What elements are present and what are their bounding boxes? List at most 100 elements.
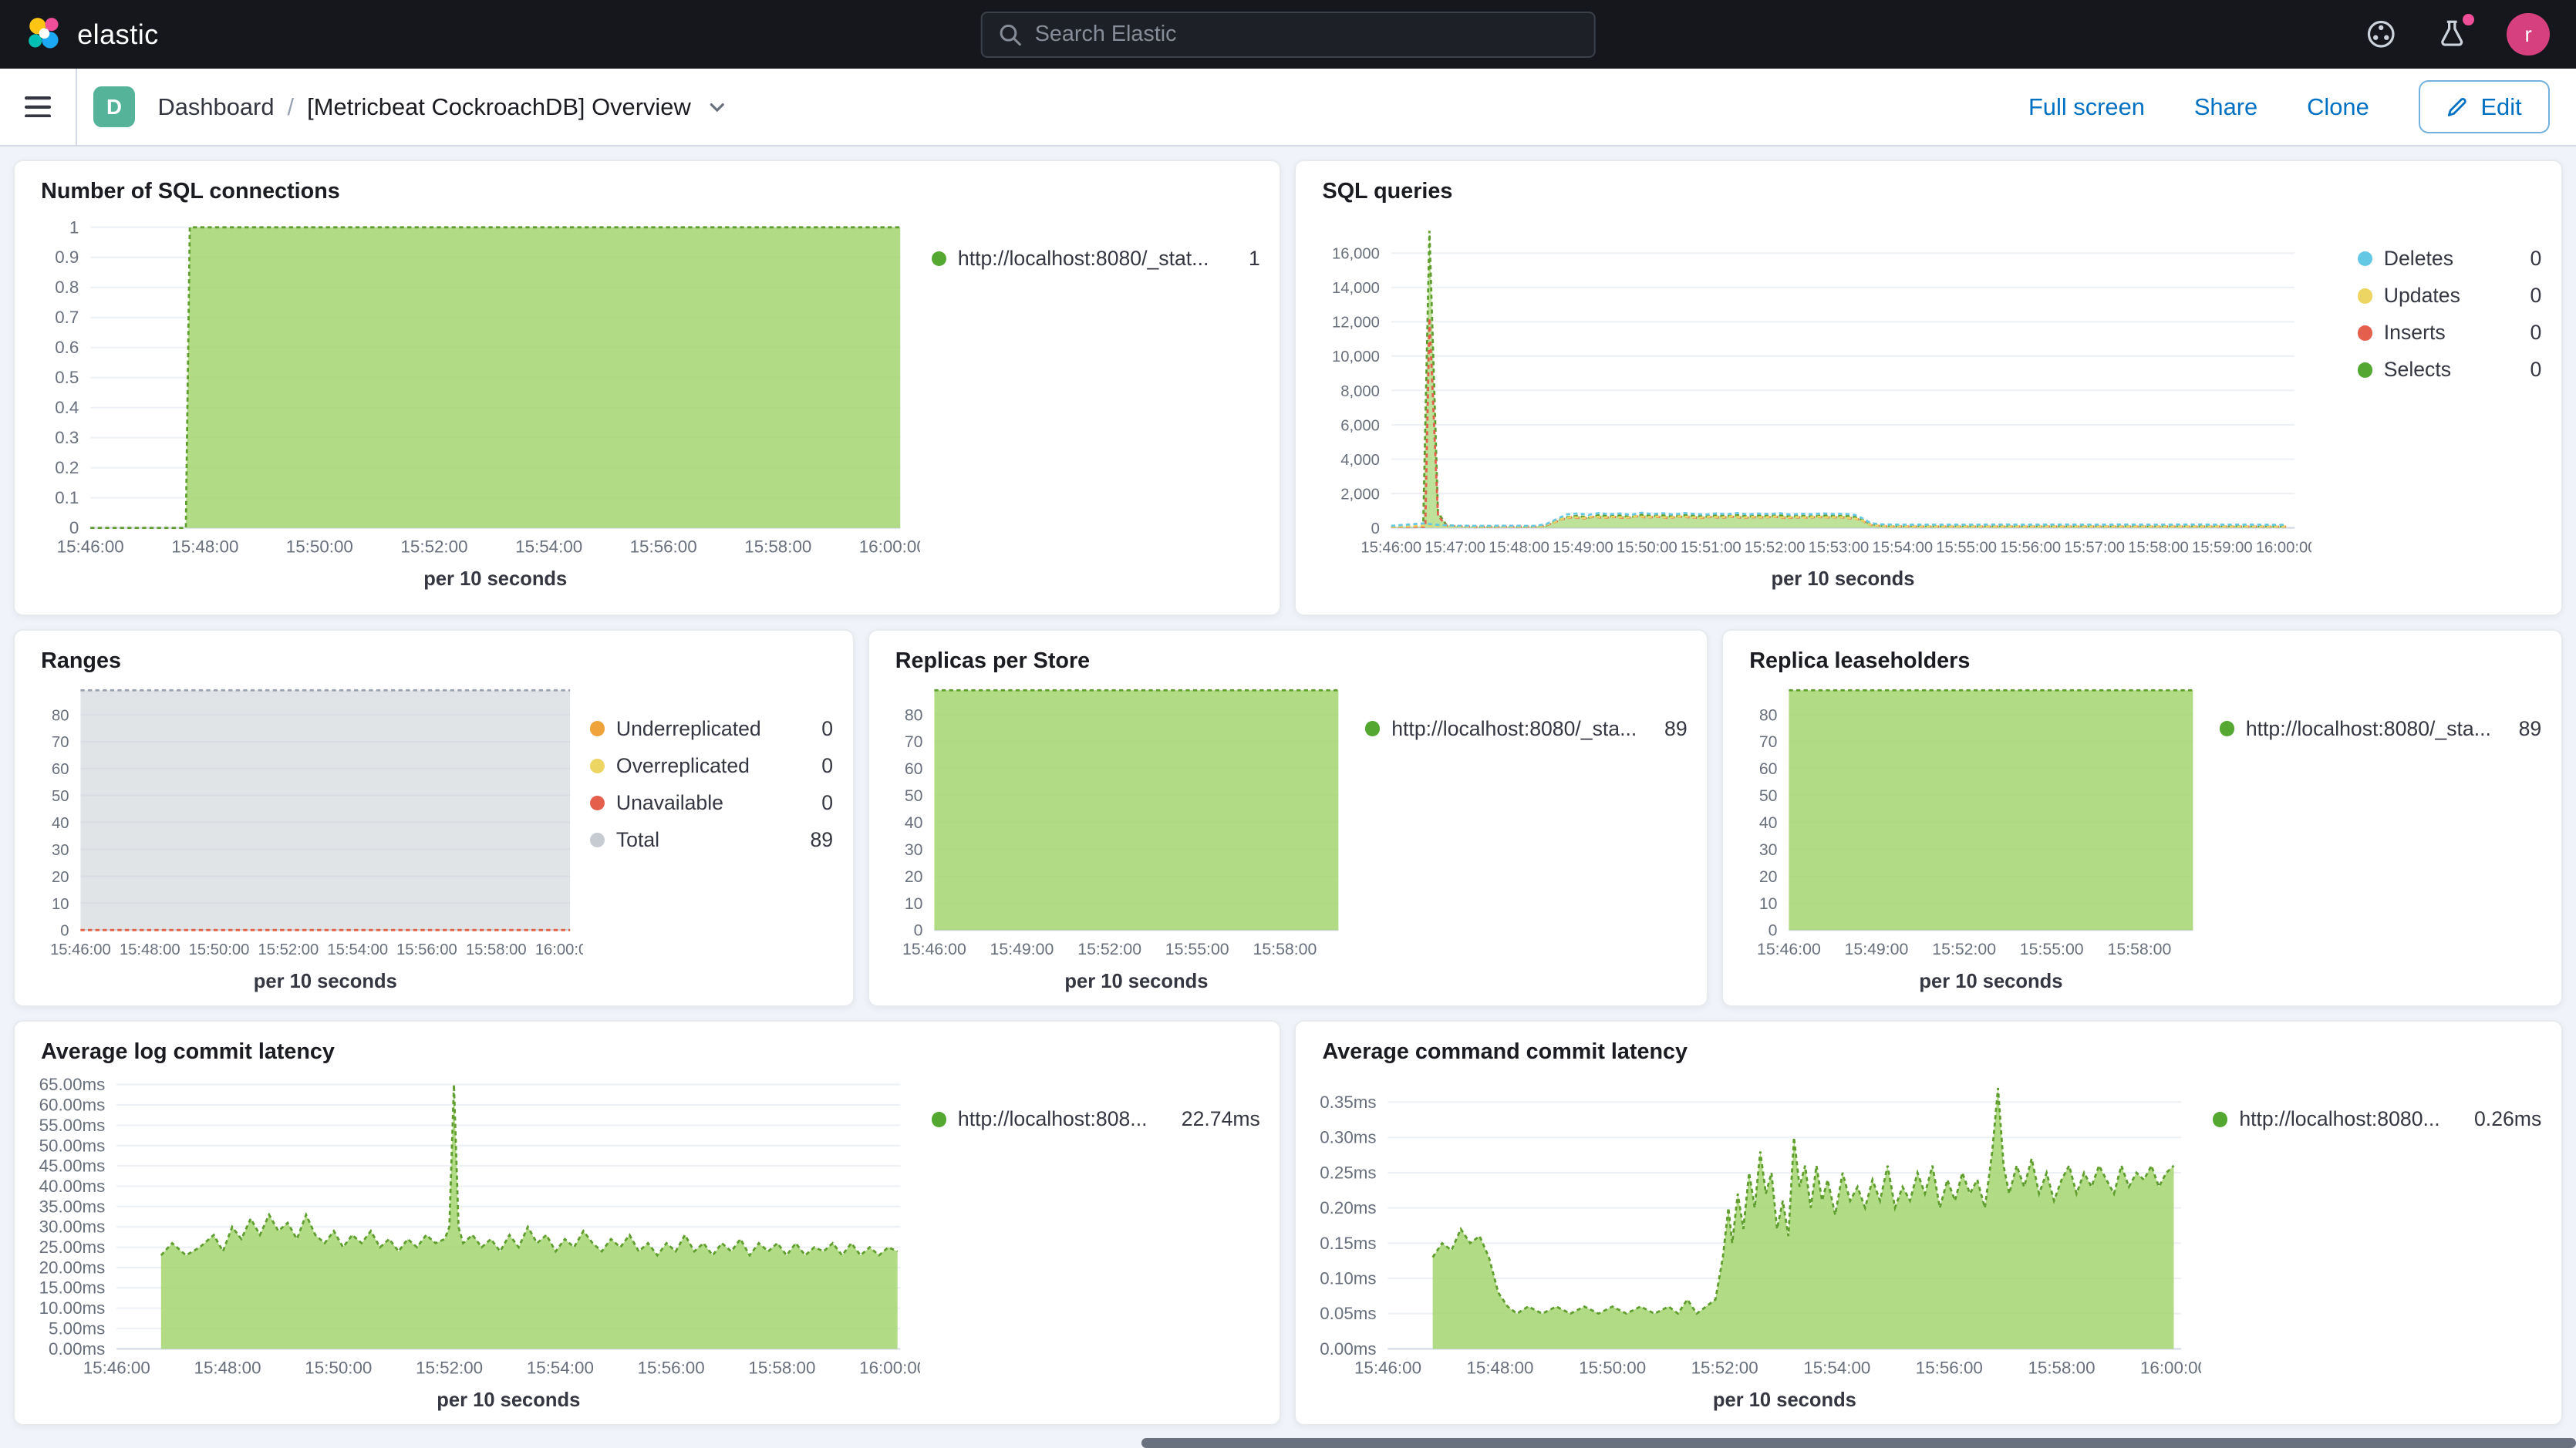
- svg-text:per 10 seconds: per 10 seconds: [423, 568, 567, 590]
- svg-text:15:48:00: 15:48:00: [1467, 1359, 1534, 1378]
- space-badge[interactable]: D: [93, 86, 134, 127]
- panel-title[interactable]: SQL queries: [1296, 161, 2561, 204]
- svg-text:15:54:00: 15:54:00: [327, 941, 388, 958]
- svg-text:per 10 seconds: per 10 seconds: [1919, 971, 2062, 992]
- svg-text:50: 50: [52, 788, 69, 805]
- legend-item: Deletes 0: [2358, 247, 2542, 271]
- svg-text:0.3: 0.3: [55, 428, 79, 447]
- series-color-dot: [2213, 1112, 2227, 1126]
- svg-text:10: 10: [52, 896, 69, 913]
- svg-text:15:52:00: 15:52:00: [1745, 540, 1806, 557]
- svg-text:0.5: 0.5: [55, 368, 79, 387]
- panel-title[interactable]: Average log commit latency: [15, 1022, 1280, 1065]
- svg-text:15:46:00: 15:46:00: [1354, 1359, 1421, 1378]
- svg-text:60: 60: [905, 759, 923, 778]
- svg-text:15:48:00: 15:48:00: [1489, 540, 1549, 557]
- svg-text:15:52:00: 15:52:00: [1691, 1359, 1758, 1378]
- svg-text:15:46:00: 15:46:00: [902, 940, 966, 958]
- dashboard-grid: Number of SQL connections 00.10.20.30.40…: [0, 146, 2576, 1439]
- svg-text:15:58:00: 15:58:00: [1253, 940, 1317, 958]
- breadcrumb-dashboard-link[interactable]: Dashboard: [157, 93, 274, 121]
- elastic-logo[interactable]: elastic: [26, 16, 159, 52]
- search-icon: [999, 23, 1022, 46]
- legend-item: http://localhost:8080/_sta... 89: [1365, 717, 1687, 741]
- svg-text:16:00:00: 16:00:00: [535, 941, 583, 958]
- breadcrumb-separator: /: [288, 93, 295, 121]
- svg-text:15:54:00: 15:54:00: [515, 537, 582, 557]
- chart-legend: http://localhost:8080/_stat... 1: [932, 204, 1260, 271]
- user-avatar[interactable]: r: [2507, 13, 2549, 56]
- svg-text:15:51:00: 15:51:00: [1681, 540, 1741, 557]
- legend-item: Total 89: [590, 828, 833, 852]
- series-value: 89: [2499, 717, 2541, 741]
- svg-text:80: 80: [1759, 705, 1778, 724]
- replicas-per-store-area-chart[interactable]: 0102030405060708015:46:0015:49:0015:52:0…: [878, 674, 1355, 995]
- top-navigation-bar: elastic Search Elastic r: [0, 0, 2576, 69]
- svg-text:16:00:00: 16:00:00: [2256, 540, 2311, 557]
- full-screen-button[interactable]: Full screen: [2028, 93, 2145, 121]
- svg-text:30: 30: [1759, 840, 1778, 859]
- series-color-dot: [590, 796, 605, 810]
- svg-text:16:00:00: 16:00:00: [859, 537, 920, 557]
- sql-queries-line-chart[interactable]: 02,0004,0006,0008,00010,00012,00014,0001…: [1306, 204, 2311, 594]
- breadcrumb: Dashboard / [Metricbeat CockroachDB] Ove…: [157, 93, 727, 121]
- panel-title[interactable]: Replica leaseholders: [1723, 631, 2561, 674]
- clone-button[interactable]: Clone: [2307, 93, 2369, 121]
- svg-text:15:48:00: 15:48:00: [171, 537, 238, 557]
- log-commit-latency-area-chart[interactable]: 0.00ms5.00ms10.00ms15.00ms20.00ms25.00ms…: [25, 1065, 920, 1415]
- help-icon[interactable]: [2365, 19, 2396, 49]
- panel-title[interactable]: Number of SQL connections: [15, 161, 1280, 204]
- command-commit-latency-area-chart[interactable]: 0.00ms0.05ms0.10ms0.15ms0.20ms0.25ms0.30…: [1306, 1065, 2201, 1415]
- ranges-area-chart[interactable]: 0102030405060708015:46:0015:48:0015:50:0…: [25, 674, 583, 995]
- svg-text:15:46:00: 15:46:00: [83, 1359, 150, 1378]
- svg-text:0.20ms: 0.20ms: [1320, 1198, 1376, 1217]
- labs-flask-icon[interactable]: [2436, 19, 2467, 49]
- svg-text:0: 0: [1768, 921, 1778, 940]
- series-color-dot: [1365, 721, 1380, 736]
- svg-text:15:50:00: 15:50:00: [1617, 540, 1677, 557]
- chevron-down-icon[interactable]: [707, 97, 727, 117]
- series-value: 22.74ms: [1162, 1107, 1260, 1131]
- search-input[interactable]: Search Elastic: [981, 12, 1596, 58]
- svg-text:30: 30: [52, 842, 69, 859]
- sql-connections-area-chart[interactable]: 00.10.20.30.40.50.60.70.80.9115:46:0015:…: [25, 204, 920, 594]
- series-value: 0: [802, 791, 833, 815]
- series-label: Overreplicated: [616, 754, 750, 778]
- svg-text:15:56:00: 15:56:00: [629, 537, 696, 557]
- series-value: 0: [802, 717, 833, 741]
- hamburger-menu-icon[interactable]: [0, 69, 77, 144]
- svg-text:0.15ms: 0.15ms: [1320, 1234, 1376, 1253]
- panel-title[interactable]: Ranges: [15, 631, 853, 674]
- replica-leaseholders-area-chart[interactable]: 0102030405060708015:46:0015:49:0015:52:0…: [1733, 674, 2210, 995]
- svg-text:15:50:00: 15:50:00: [188, 941, 249, 958]
- svg-text:40: 40: [1759, 813, 1778, 832]
- chart-legend: http://localhost:8080/_sta... 89: [1365, 674, 1687, 740]
- series-label: http://localhost:8080/_stat...: [958, 247, 1209, 271]
- svg-text:10: 10: [1759, 894, 1778, 913]
- series-color-dot: [2358, 325, 2372, 340]
- svg-text:15:48:00: 15:48:00: [120, 941, 180, 958]
- svg-text:25.00ms: 25.00ms: [39, 1238, 105, 1257]
- svg-text:60: 60: [1759, 759, 1778, 778]
- svg-text:16:00:00: 16:00:00: [2140, 1359, 2201, 1378]
- share-button[interactable]: Share: [2194, 93, 2257, 121]
- svg-text:15:54:00: 15:54:00: [1804, 1359, 1871, 1378]
- svg-text:15:52:00: 15:52:00: [1932, 940, 1996, 958]
- panel-average-command-commit-latency: Average command commit latency 0.00ms0.0…: [1294, 1020, 2562, 1426]
- edit-button[interactable]: Edit: [2419, 80, 2550, 133]
- panel-title[interactable]: Average command commit latency: [1296, 1022, 2561, 1065]
- svg-text:15:56:00: 15:56:00: [637, 1359, 704, 1378]
- svg-text:30.00ms: 30.00ms: [39, 1217, 105, 1237]
- svg-text:60: 60: [52, 761, 69, 778]
- horizontal-scrollbar[interactable]: [1141, 1438, 2576, 1448]
- svg-text:15:58:00: 15:58:00: [2128, 540, 2189, 557]
- svg-text:60.00ms: 60.00ms: [39, 1096, 105, 1115]
- series-value: 89: [1644, 717, 1687, 741]
- svg-text:0.25ms: 0.25ms: [1320, 1163, 1376, 1182]
- svg-text:70: 70: [52, 734, 69, 751]
- svg-text:15:52:00: 15:52:00: [258, 941, 319, 958]
- panel-number-of-sql-connections: Number of SQL connections 00.10.20.30.40…: [13, 160, 1281, 616]
- svg-text:20: 20: [52, 869, 69, 886]
- panel-title[interactable]: Replicas per Store: [869, 631, 1708, 674]
- svg-text:0: 0: [1371, 520, 1380, 537]
